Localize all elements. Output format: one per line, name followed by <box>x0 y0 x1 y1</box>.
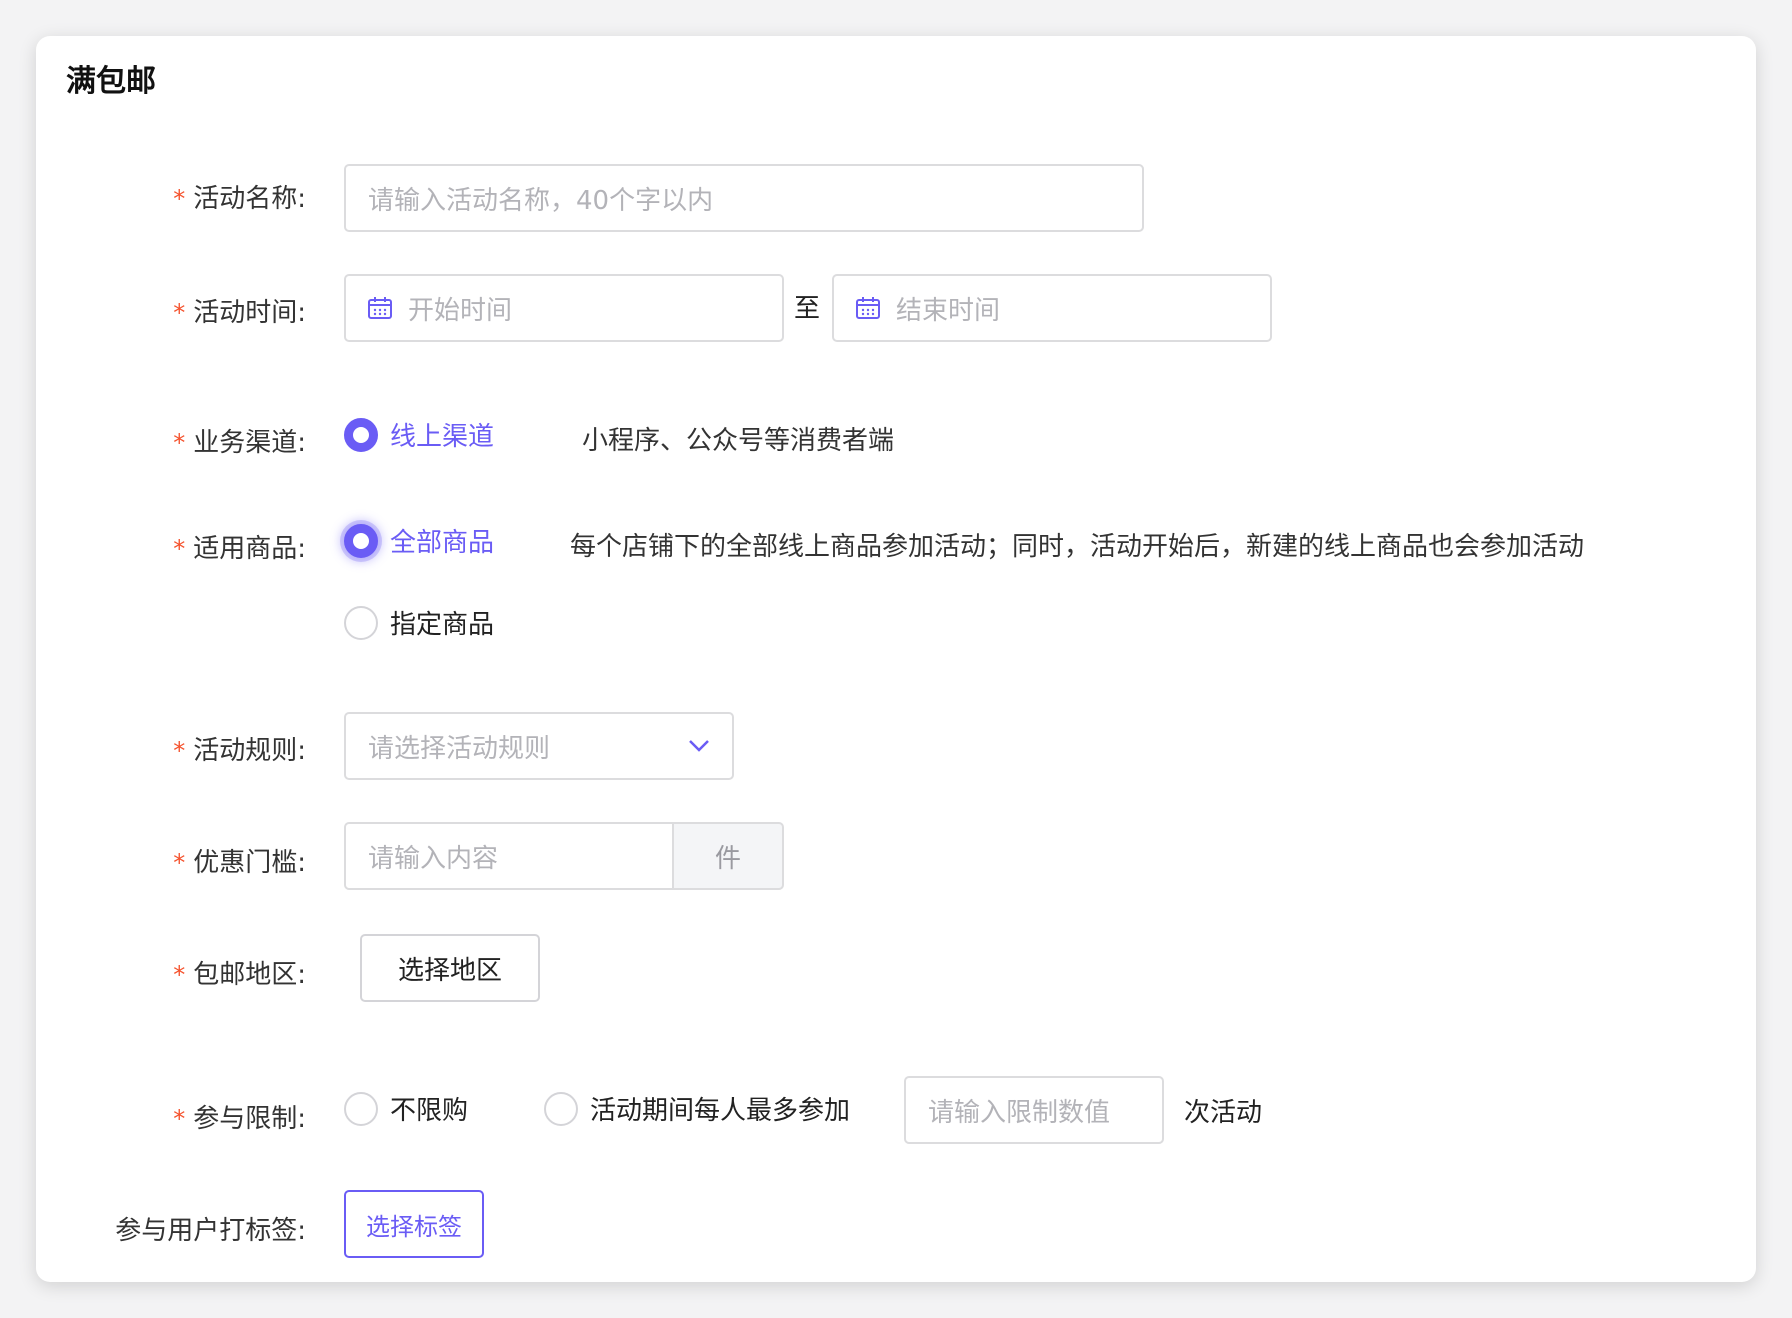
activity-rule-row: * 活动规则: 请选择活动规则 <box>36 712 1756 780</box>
radio-unlimited[interactable]: 不限购 <box>344 1090 468 1127</box>
required-mark: * <box>173 1105 186 1133</box>
radio-all-products-label: 全部商品 <box>390 528 495 558</box>
threshold-placeholder: 请输入内容 <box>368 843 499 874</box>
business-channel-label: * 业务渠道: <box>173 428 306 458</box>
threshold-unit: 件 <box>714 843 741 874</box>
required-mark: * <box>173 535 186 563</box>
required-mark: * <box>173 299 186 327</box>
activity-name-row: * 活动名称: 请输入活动名称，40个字以内 <box>36 164 1756 232</box>
end-time-placeholder: 结束时间 <box>896 295 1001 326</box>
activity-rule-label: * 活动规则: <box>173 736 306 766</box>
activity-name-input[interactable]: 请输入活动名称，40个字以内 <box>344 164 1144 232</box>
radio-circle[interactable] <box>344 417 378 452</box>
page-title: 满包邮 <box>66 64 156 99</box>
business-channel-row: * 业务渠道: 线上渠道 小程序、公众号等消费者端 <box>36 408 1756 458</box>
activity-time-row: * 活动时间: 开始时间 至 结束时间 <box>36 274 1756 342</box>
threshold-input[interactable]: 请输入内容 <box>344 822 674 890</box>
required-mark: * <box>173 429 186 457</box>
participation-limit-label: * 参与限制: <box>173 1104 306 1134</box>
radio-circle[interactable] <box>344 605 378 640</box>
threshold-row: * 优惠门槛: 请输入内容 件 <box>36 822 1756 890</box>
required-mark: * <box>173 185 186 213</box>
applicable-products-row: * 适用商品: 全部商品 每个店铺下的全部线上商品参加活动；同时，活动开始后，新建… <box>36 523 1756 646</box>
calendar-icon <box>368 297 392 319</box>
free-shipping-region-row: * 包邮地区: 选择地区 <box>36 934 1756 1002</box>
radio-limited[interactable]: 活动期间每人最多参加 <box>544 1090 850 1127</box>
chevron-down-icon <box>689 740 709 752</box>
participation-limit-row: * 参与限制: 不限购 活动期间每人最多参加 请输入限制数值 次活动 <box>36 1076 1756 1144</box>
threshold-unit-addon: 件 <box>672 822 784 890</box>
start-time-input[interactable]: 开始时间 <box>344 274 784 342</box>
activity-rule-placeholder: 请选择活动规则 <box>368 733 551 764</box>
radio-online-channel-label: 线上渠道 <box>390 422 495 452</box>
limit-count-input[interactable]: 请输入限制数值 <box>904 1076 1164 1144</box>
radio-online-channel[interactable]: 线上渠道 <box>344 416 494 453</box>
activity-name-placeholder: 请输入活动名称，40个字以内 <box>368 185 714 216</box>
calendar-icon <box>856 297 880 319</box>
time-separator: 至 <box>794 294 821 324</box>
end-time-input[interactable]: 结束时间 <box>832 274 1272 342</box>
radio-limited-label: 活动期间每人最多参加 <box>590 1096 851 1126</box>
radio-circle[interactable] <box>544 1091 578 1126</box>
form-card: 满包邮 * 活动名称: 请输入活动名称，40个字以内 * 活动时间: 开始时间 至 … <box>36 36 1756 1282</box>
radio-unlimited-label: 不限购 <box>390 1096 469 1126</box>
start-time-placeholder: 开始时间 <box>408 295 513 326</box>
user-tag-label: 参与用户打标签: <box>115 1216 306 1246</box>
limit-count-placeholder: 请输入限制数值 <box>928 1097 1111 1128</box>
radio-circle[interactable] <box>344 523 378 558</box>
radio-all-products[interactable]: 全部商品 <box>344 522 494 559</box>
required-mark: * <box>173 849 186 877</box>
radio-specified-products[interactable]: 指定商品 <box>344 604 494 641</box>
required-mark: * <box>173 961 186 989</box>
radio-circle[interactable] <box>344 1091 378 1126</box>
activity-name-label: * 活动名称: <box>173 184 306 214</box>
select-region-button[interactable]: 选择地区 <box>360 934 540 1002</box>
business-channel-description: 小程序、公众号等消费者端 <box>582 426 895 456</box>
activity-time-label: * 活动时间: <box>173 298 306 328</box>
applicable-products-label: * 适用商品: <box>173 534 306 564</box>
select-tag-button[interactable]: 选择标签 <box>344 1190 484 1258</box>
radio-specified-products-label: 指定商品 <box>390 610 495 640</box>
activity-rule-select[interactable]: 请选择活动规则 <box>344 712 734 780</box>
limit-suffix: 次活动 <box>1184 1098 1263 1128</box>
user-tag-row: 参与用户打标签: 选择标签 <box>36 1190 1756 1258</box>
free-shipping-region-label: * 包邮地区: <box>173 960 306 990</box>
threshold-label: * 优惠门槛: <box>173 848 306 878</box>
required-mark: * <box>173 737 186 765</box>
applicable-products-description: 每个店铺下的全部线上商品参加活动；同时，活动开始后，新建的线上商品也会参加活动 <box>570 532 1585 562</box>
